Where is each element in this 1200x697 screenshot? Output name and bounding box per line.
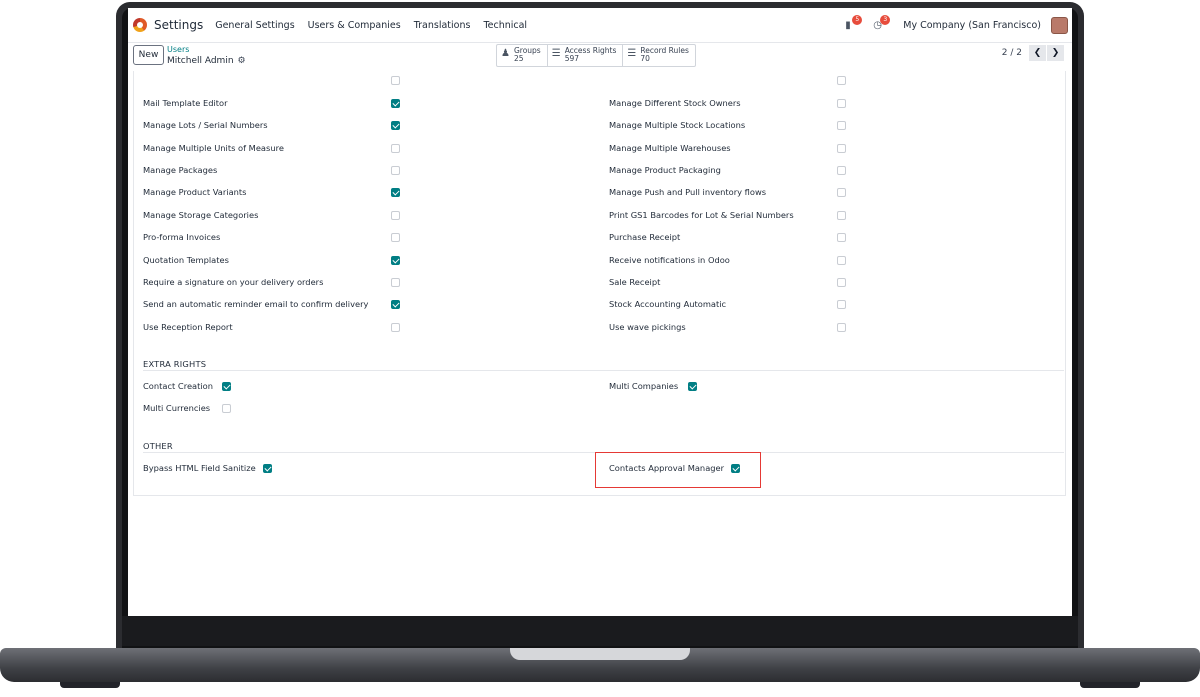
left-label-5: Manage Storage Categories <box>143 210 259 220</box>
groups-count: 25 <box>513 54 524 63</box>
company-switcher[interactable]: My Company (San Francisco) <box>903 20 1041 31</box>
list-icon: ☰ <box>627 48 637 59</box>
app-name[interactable]: Settings <box>154 18 203 32</box>
checkbox-sale-receipt[interactable] <box>837 278 846 287</box>
checkbox-mail-template-editor[interactable] <box>391 99 400 108</box>
navbar-systray: ▮ 5 ◷ 3 My Company (San Francisco) <box>845 8 1072 43</box>
laptop-bezel <box>122 616 1078 646</box>
pager: 2 / 2 ❮ ❯ <box>1002 45 1064 61</box>
checkbox-product-packaging[interactable] <box>837 166 846 175</box>
section-divider <box>143 370 1064 371</box>
checkbox-push-pull[interactable] <box>837 188 846 197</box>
pager-value[interactable]: 2 / 2 <box>1002 48 1022 58</box>
right-label-10: Use wave pickings <box>609 322 686 332</box>
checkbox-stock-locations[interactable] <box>837 121 846 130</box>
left-label-2: Manage Multiple Units of Measure <box>143 143 284 153</box>
users-icon: ♟ <box>501 48 510 59</box>
right-label-4: Manage Push and Pull inventory flows <box>609 187 767 197</box>
access-rights-count: 597 <box>564 54 580 63</box>
activities-badge: 3 <box>880 14 891 25</box>
left-label-4: Manage Product Variants <box>143 187 247 197</box>
right-label-1: Manage Multiple Stock Locations <box>609 120 746 130</box>
checkbox-warehouses[interactable] <box>837 144 846 153</box>
screen: Settings General Settings Users & Compan… <box>128 8 1072 616</box>
right-label-0: Manage Different Stock Owners <box>609 98 741 108</box>
record-name: Mitchell Admin <box>167 56 234 66</box>
checkbox-wave-pickings[interactable] <box>837 323 846 332</box>
app-logo-icon[interactable] <box>133 18 147 32</box>
left-label-6: Pro-forma Invoices <box>143 232 221 242</box>
other-label-0: Bypass HTML Field Sanitize <box>143 463 256 473</box>
gear-icon[interactable]: ⚙ <box>238 56 246 66</box>
right-label-5: Print GS1 Barcodes for Lot & Serial Numb… <box>609 210 794 220</box>
checkbox-contact-creation[interactable] <box>222 382 231 391</box>
messages-badge: 5 <box>852 14 863 25</box>
main-menu: General Settings Users & Companies Trans… <box>215 20 540 31</box>
menu-general-settings[interactable]: General Settings <box>215 20 294 31</box>
checkbox-product-variants[interactable] <box>391 188 400 197</box>
checkbox-reception-report[interactable] <box>391 323 400 332</box>
extra-label-1: Multi Companies <box>609 381 679 391</box>
record-rules-count: 70 <box>640 54 650 63</box>
left-label-7: Quotation Templates <box>143 255 229 265</box>
access-rights-smart-button[interactable]: ☰ Access Rights 597 <box>548 45 624 66</box>
breadcrumb-users[interactable]: Users <box>167 45 189 54</box>
top-navbar: Settings General Settings Users & Compan… <box>128 8 1072 43</box>
left-label-10: Use Reception Report <box>143 322 233 332</box>
checkbox-stock-accounting[interactable] <box>837 300 846 309</box>
checkbox-multi-companies[interactable] <box>688 382 697 391</box>
checkbox-signature[interactable] <box>391 278 400 287</box>
menu-technical[interactable]: Technical <box>483 20 527 31</box>
checkbox-partial[interactable] <box>391 76 400 85</box>
laptop-foot-right <box>1080 682 1140 688</box>
list-icon: ☰ <box>551 48 561 59</box>
checkbox-notifications-odoo[interactable] <box>837 256 846 265</box>
section-title-extra-rights: EXTRA RIGHTS <box>143 359 207 369</box>
laptop-foot-left <box>60 682 120 688</box>
left-label-3: Manage Packages <box>143 165 218 175</box>
right-label-3: Manage Product Packaging <box>609 165 721 175</box>
checkbox-storage-categories[interactable] <box>391 211 400 220</box>
checkbox-partial[interactable] <box>837 76 846 85</box>
extra-label-2: Multi Currencies <box>143 403 211 413</box>
record-rules-smart-button[interactable]: ☰ Record Rules 70 <box>623 45 695 66</box>
checkbox-quotation-templates[interactable] <box>391 256 400 265</box>
menu-translations[interactable]: Translations <box>414 20 471 31</box>
highlight-box <box>595 452 761 488</box>
smart-buttons: ♟ Groups 25 ☰ Access Rights 597 ☰ Record R… <box>496 44 696 67</box>
left-label-1: Manage Lots / Serial Numbers <box>143 120 268 130</box>
extra-label-0: Contact Creation <box>143 381 214 391</box>
checkbox-bypass-html[interactable] <box>263 464 272 473</box>
new-button[interactable]: New <box>133 45 164 65</box>
checkbox-units-of-measure[interactable] <box>391 144 400 153</box>
checkbox-multi-currencies[interactable] <box>222 404 231 413</box>
checkbox-reminder-email[interactable] <box>391 300 400 309</box>
messages-icon[interactable]: ▮ 5 <box>845 14 863 31</box>
laptop-notch <box>510 648 690 660</box>
user-avatar[interactable] <box>1051 17 1068 34</box>
left-label-0: Mail Template Editor <box>143 98 228 108</box>
right-label-8: Sale Receipt <box>609 277 661 287</box>
checkbox-pro-forma[interactable] <box>391 233 400 242</box>
record-title: Mitchell Admin ⚙ <box>167 56 246 66</box>
checkbox-lots-serial[interactable] <box>391 121 400 130</box>
left-label-8: Require a signature on your delivery ord… <box>143 277 324 287</box>
right-label-9: Stock Accounting Automatic <box>609 299 727 309</box>
groups-smart-button[interactable]: ♟ Groups 25 <box>497 45 548 66</box>
menu-users-companies[interactable]: Users & Companies <box>308 20 401 31</box>
activities-clock-icon[interactable]: ◷ 3 <box>873 14 891 31</box>
checkbox-stock-owners[interactable] <box>837 99 846 108</box>
checkbox-gs1-barcodes[interactable] <box>837 211 846 220</box>
right-label-2: Manage Multiple Warehouses <box>609 143 731 153</box>
form-sheet: Mail Template Editor Manage Lots / Seria… <box>133 71 1066 496</box>
chevron-left-icon[interactable]: ❮ <box>1029 45 1046 61</box>
control-panel: New Users Mitchell Admin ⚙ ♟ Groups 25 ☰ … <box>128 43 1072 71</box>
left-label-9: Send an automatic reminder email to conf… <box>143 299 369 309</box>
checkbox-packages[interactable] <box>391 166 400 175</box>
chevron-right-icon[interactable]: ❯ <box>1047 45 1064 61</box>
right-label-6: Purchase Receipt <box>609 232 681 242</box>
checkbox-purchase-receipt[interactable] <box>837 233 846 242</box>
right-label-7: Receive notifications in Odoo <box>609 255 730 265</box>
section-title-other: OTHER <box>143 441 173 451</box>
